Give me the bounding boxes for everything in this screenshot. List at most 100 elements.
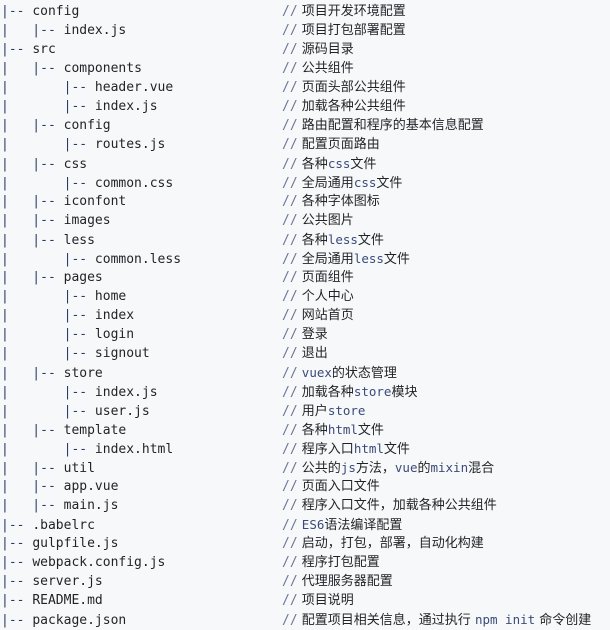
tree-node-name[interactable]: template bbox=[64, 423, 127, 438]
tree-node-name[interactable]: less bbox=[64, 233, 95, 248]
tree-node-path: |-- README.md bbox=[1, 591, 282, 610]
tree-node-name[interactable]: pages bbox=[64, 270, 103, 285]
tree-node-name[interactable]: user.js bbox=[95, 404, 150, 419]
tree-node-comment: // 个人中心 bbox=[282, 287, 610, 306]
tree-node-name[interactable]: main.js bbox=[64, 498, 119, 513]
tree-node-comment: // ES6语法编译配置 bbox=[282, 515, 610, 535]
tree-row: |-- config// 项目开发环境配置 bbox=[1, 2, 610, 21]
tree-branch-prefix: | |-- bbox=[1, 442, 95, 457]
tree-node-name[interactable]: login bbox=[95, 327, 134, 342]
comment-marker: // bbox=[282, 593, 298, 608]
comment-text: 方法， bbox=[355, 461, 395, 476]
tree-node-path: | |-- css bbox=[1, 155, 282, 174]
tree-row: | |-- css// 各种css文件 bbox=[1, 154, 610, 173]
tree-node-name[interactable]: webpack.config.js bbox=[32, 555, 165, 570]
tree-node-path: | |-- components bbox=[1, 59, 282, 78]
tree-node-name[interactable]: home bbox=[95, 289, 126, 304]
tree-node-name[interactable]: app.vue bbox=[64, 479, 119, 494]
comment-text: 命令创建 bbox=[535, 613, 592, 628]
tree-branch-prefix: | |-- bbox=[1, 61, 64, 76]
comment-text: 项目说明 bbox=[301, 593, 354, 608]
tree-node-path: | |-- common.css bbox=[1, 174, 282, 193]
tree-node-name[interactable]: README.md bbox=[32, 593, 102, 608]
comment-text: 加载各种公共组件 bbox=[301, 99, 406, 114]
tree-node-path: | |-- common.less bbox=[1, 250, 282, 269]
tree-row: | |-- components// 公共组件 bbox=[1, 59, 610, 78]
tree-node-name[interactable]: gulpfile.js bbox=[32, 536, 118, 551]
tree-node-name[interactable]: config bbox=[32, 4, 79, 19]
comment-text: 个人中心 bbox=[301, 289, 354, 304]
comment-marker: // bbox=[282, 270, 298, 285]
tree-row: | |-- header.vue// 页面头部公共组件 bbox=[1, 78, 610, 97]
tree-node-comment: // 加载各种公共组件 bbox=[282, 97, 610, 116]
tree-branch-prefix: | |-- bbox=[1, 366, 64, 381]
tree-node-name[interactable]: index.js bbox=[95, 385, 158, 400]
tree-node-name[interactable]: index.html bbox=[95, 442, 173, 457]
tree-branch-prefix: | |-- bbox=[1, 213, 64, 228]
comment-marker: // bbox=[282, 289, 298, 304]
tree-node-name[interactable]: common.css bbox=[95, 176, 173, 191]
tree-branch-prefix: | |-- bbox=[1, 176, 95, 191]
tree-branch-prefix: |-- bbox=[1, 613, 33, 628]
tree-node-path: | |-- app.vue bbox=[1, 477, 282, 496]
tree-node-path: | |-- login bbox=[1, 325, 282, 344]
tree-node-comment: // 公共图片 bbox=[282, 211, 610, 230]
tree-node-comment: // 公共的js方法，vue的mixin混合 bbox=[282, 458, 610, 478]
tree-row: | |-- less// 各种less文件 bbox=[1, 230, 610, 249]
tree-node-name[interactable]: iconfont bbox=[64, 194, 127, 209]
tree-node-name[interactable]: css bbox=[64, 157, 87, 172]
tree-row: |-- webpack.config.js// 程序打包配置 bbox=[1, 553, 610, 572]
comment-marker: // bbox=[282, 327, 298, 342]
tree-node-name[interactable]: server.js bbox=[32, 574, 102, 589]
comment-marker: // bbox=[282, 423, 298, 438]
comment-code-token: css bbox=[353, 175, 377, 190]
tree-branch-prefix: | |-- bbox=[1, 99, 95, 114]
tree-node-name[interactable]: routes.js bbox=[95, 137, 165, 152]
tree-node-path: | |-- user.js bbox=[1, 402, 282, 421]
tree-row: | |-- signout// 退出 bbox=[1, 344, 610, 363]
tree-node-name[interactable]: .babelrc bbox=[32, 518, 95, 533]
comment-marker: // bbox=[282, 99, 298, 114]
tree-node-name[interactable]: components bbox=[64, 61, 142, 76]
tree-node-name[interactable]: signout bbox=[95, 346, 150, 361]
tree-node-name[interactable]: index.js bbox=[95, 99, 158, 114]
tree-node-name[interactable]: header.vue bbox=[95, 80, 173, 95]
tree-node-name[interactable]: store bbox=[64, 366, 103, 381]
tree-row: |-- README.md// 项目说明 bbox=[1, 591, 610, 610]
tree-branch-prefix: | |-- bbox=[1, 423, 64, 438]
comment-text: 源码目录 bbox=[301, 42, 354, 57]
tree-node-path: | |-- index.js bbox=[1, 383, 282, 402]
tree-branch-prefix: |-- bbox=[1, 42, 33, 57]
tree-node-name[interactable]: index.js bbox=[64, 23, 127, 38]
comment-text: 文件 bbox=[383, 442, 410, 457]
comment-text: 各种字体图标 bbox=[301, 194, 380, 209]
tree-node-comment: // 程序入口html文件 bbox=[282, 439, 610, 459]
tree-node-name[interactable]: src bbox=[32, 42, 55, 57]
tree-row: | |-- index.js // 加载各种公共组件 bbox=[1, 97, 610, 116]
comment-text: 公共的 bbox=[301, 461, 341, 476]
tree-row: |-- .babelrc// ES6语法编译配置 bbox=[1, 515, 610, 534]
comment-text: 网站首页 bbox=[301, 308, 354, 323]
tree-node-name[interactable]: config bbox=[64, 118, 111, 133]
comment-marker: // bbox=[282, 385, 298, 400]
tree-row: | |-- util// 公共的js方法，vue的mixin混合 bbox=[1, 458, 610, 477]
tree-node-comment: // 启动，打包，部署，自动化构建 bbox=[282, 534, 610, 553]
tree-branch-prefix: | |-- bbox=[1, 404, 95, 419]
tree-row: | |-- index// 网站首页 bbox=[1, 306, 610, 325]
tree-node-name[interactable]: common.less bbox=[95, 252, 181, 267]
tree-node-name[interactable]: images bbox=[64, 213, 111, 228]
tree-node-name[interactable]: package.json bbox=[32, 613, 126, 628]
comment-code-token: html bbox=[353, 441, 384, 456]
comment-marker: // bbox=[282, 404, 298, 419]
tree-node-name[interactable]: index bbox=[95, 308, 134, 323]
tree-branch-prefix: | |-- bbox=[1, 118, 64, 133]
tree-node-path: |-- gulpfile.js bbox=[1, 534, 282, 553]
comment-marker: // bbox=[282, 536, 298, 551]
tree-node-path: |-- webpack.config.js bbox=[1, 553, 282, 572]
tree-node-name[interactable]: util bbox=[64, 461, 95, 476]
comment-marker: // bbox=[282, 366, 298, 381]
comment-marker: // bbox=[282, 479, 298, 494]
comment-marker: // bbox=[282, 613, 298, 628]
comment-marker: // bbox=[282, 42, 298, 57]
tree-node-comment: // 路由配置和程序的基本信息配置 bbox=[282, 116, 610, 135]
